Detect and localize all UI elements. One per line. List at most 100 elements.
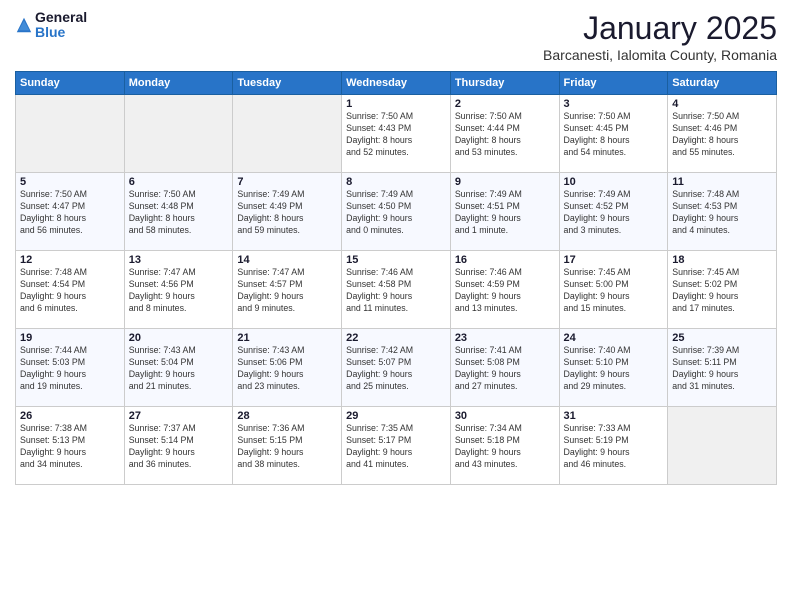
calendar-cell: 5Sunrise: 7:50 AM Sunset: 4:47 PM Daylig… [16, 173, 125, 251]
calendar-cell: 1Sunrise: 7:50 AM Sunset: 4:43 PM Daylig… [342, 95, 451, 173]
day-info: Sunrise: 7:50 AM Sunset: 4:45 PM Dayligh… [564, 111, 664, 159]
logo-general: General [35, 10, 87, 25]
header-day: Tuesday [233, 72, 342, 95]
day-info: Sunrise: 7:50 AM Sunset: 4:46 PM Dayligh… [672, 111, 772, 159]
day-info: Sunrise: 7:48 AM Sunset: 4:53 PM Dayligh… [672, 189, 772, 237]
calendar-cell: 11Sunrise: 7:48 AM Sunset: 4:53 PM Dayli… [668, 173, 777, 251]
calendar-cell: 21Sunrise: 7:43 AM Sunset: 5:06 PM Dayli… [233, 329, 342, 407]
day-number: 11 [672, 176, 772, 188]
calendar-cell: 9Sunrise: 7:49 AM Sunset: 4:51 PM Daylig… [450, 173, 559, 251]
day-info: Sunrise: 7:35 AM Sunset: 5:17 PM Dayligh… [346, 423, 446, 471]
calendar-cell: 4Sunrise: 7:50 AM Sunset: 4:46 PM Daylig… [668, 95, 777, 173]
calendar-cell: 3Sunrise: 7:50 AM Sunset: 4:45 PM Daylig… [559, 95, 668, 173]
day-number: 19 [20, 332, 120, 344]
day-number: 24 [564, 332, 664, 344]
calendar-week-row: 26Sunrise: 7:38 AM Sunset: 5:13 PM Dayli… [16, 407, 777, 485]
logo-text: General Blue [35, 10, 87, 41]
day-info: Sunrise: 7:38 AM Sunset: 5:13 PM Dayligh… [20, 423, 120, 471]
day-number: 8 [346, 176, 446, 188]
day-info: Sunrise: 7:42 AM Sunset: 5:07 PM Dayligh… [346, 345, 446, 393]
day-info: Sunrise: 7:49 AM Sunset: 4:52 PM Dayligh… [564, 189, 664, 237]
day-info: Sunrise: 7:43 AM Sunset: 5:06 PM Dayligh… [237, 345, 337, 393]
calendar-cell: 27Sunrise: 7:37 AM Sunset: 5:14 PM Dayli… [124, 407, 233, 485]
calendar-cell: 26Sunrise: 7:38 AM Sunset: 5:13 PM Dayli… [16, 407, 125, 485]
day-number: 21 [237, 332, 337, 344]
day-number: 20 [129, 332, 229, 344]
day-number: 29 [346, 410, 446, 422]
day-number: 4 [672, 98, 772, 110]
day-info: Sunrise: 7:46 AM Sunset: 4:58 PM Dayligh… [346, 267, 446, 315]
day-number: 17 [564, 254, 664, 266]
day-number: 31 [564, 410, 664, 422]
calendar-cell: 25Sunrise: 7:39 AM Sunset: 5:11 PM Dayli… [668, 329, 777, 407]
calendar-week-row: 19Sunrise: 7:44 AM Sunset: 5:03 PM Dayli… [16, 329, 777, 407]
header: General Blue January 2025 Barcanesti, Ia… [15, 10, 777, 63]
calendar-cell: 22Sunrise: 7:42 AM Sunset: 5:07 PM Dayli… [342, 329, 451, 407]
calendar-cell: 7Sunrise: 7:49 AM Sunset: 4:49 PM Daylig… [233, 173, 342, 251]
calendar-cell: 2Sunrise: 7:50 AM Sunset: 4:44 PM Daylig… [450, 95, 559, 173]
day-number: 18 [672, 254, 772, 266]
title-section: January 2025 Barcanesti, Ialomita County… [543, 10, 777, 63]
calendar-cell [233, 95, 342, 173]
day-number: 27 [129, 410, 229, 422]
calendar-table: SundayMondayTuesdayWednesdayThursdayFrid… [15, 71, 777, 485]
day-info: Sunrise: 7:33 AM Sunset: 5:19 PM Dayligh… [564, 423, 664, 471]
day-number: 9 [455, 176, 555, 188]
calendar-cell: 12Sunrise: 7:48 AM Sunset: 4:54 PM Dayli… [16, 251, 125, 329]
calendar-cell: 14Sunrise: 7:47 AM Sunset: 4:57 PM Dayli… [233, 251, 342, 329]
calendar-title: January 2025 [543, 10, 777, 47]
calendar-cell: 8Sunrise: 7:49 AM Sunset: 4:50 PM Daylig… [342, 173, 451, 251]
day-info: Sunrise: 7:48 AM Sunset: 4:54 PM Dayligh… [20, 267, 120, 315]
day-info: Sunrise: 7:37 AM Sunset: 5:14 PM Dayligh… [129, 423, 229, 471]
day-number: 14 [237, 254, 337, 266]
calendar-cell: 19Sunrise: 7:44 AM Sunset: 5:03 PM Dayli… [16, 329, 125, 407]
day-number: 25 [672, 332, 772, 344]
page-container: General Blue January 2025 Barcanesti, Ia… [0, 0, 792, 495]
day-number: 10 [564, 176, 664, 188]
day-number: 15 [346, 254, 446, 266]
calendar-cell: 30Sunrise: 7:34 AM Sunset: 5:18 PM Dayli… [450, 407, 559, 485]
day-number: 1 [346, 98, 446, 110]
header-day: Friday [559, 72, 668, 95]
calendar-cell: 15Sunrise: 7:46 AM Sunset: 4:58 PM Dayli… [342, 251, 451, 329]
logo-icon [15, 16, 33, 34]
calendar-cell: 13Sunrise: 7:47 AM Sunset: 4:56 PM Dayli… [124, 251, 233, 329]
day-number: 6 [129, 176, 229, 188]
logo-blue: Blue [35, 25, 87, 40]
day-info: Sunrise: 7:47 AM Sunset: 4:57 PM Dayligh… [237, 267, 337, 315]
day-number: 5 [20, 176, 120, 188]
calendar-cell: 18Sunrise: 7:45 AM Sunset: 5:02 PM Dayli… [668, 251, 777, 329]
calendar-cell: 24Sunrise: 7:40 AM Sunset: 5:10 PM Dayli… [559, 329, 668, 407]
calendar-cell: 6Sunrise: 7:50 AM Sunset: 4:48 PM Daylig… [124, 173, 233, 251]
logo: General Blue [15, 10, 87, 41]
day-number: 23 [455, 332, 555, 344]
day-info: Sunrise: 7:49 AM Sunset: 4:51 PM Dayligh… [455, 189, 555, 237]
day-info: Sunrise: 7:43 AM Sunset: 5:04 PM Dayligh… [129, 345, 229, 393]
calendar-header: SundayMondayTuesdayWednesdayThursdayFrid… [16, 72, 777, 95]
day-info: Sunrise: 7:36 AM Sunset: 5:15 PM Dayligh… [237, 423, 337, 471]
calendar-cell [16, 95, 125, 173]
day-number: 22 [346, 332, 446, 344]
header-day: Sunday [16, 72, 125, 95]
day-info: Sunrise: 7:44 AM Sunset: 5:03 PM Dayligh… [20, 345, 120, 393]
day-info: Sunrise: 7:40 AM Sunset: 5:10 PM Dayligh… [564, 345, 664, 393]
header-day: Wednesday [342, 72, 451, 95]
header-day: Thursday [450, 72, 559, 95]
day-info: Sunrise: 7:50 AM Sunset: 4:47 PM Dayligh… [20, 189, 120, 237]
day-info: Sunrise: 7:50 AM Sunset: 4:48 PM Dayligh… [129, 189, 229, 237]
day-number: 13 [129, 254, 229, 266]
header-day: Saturday [668, 72, 777, 95]
calendar-cell: 23Sunrise: 7:41 AM Sunset: 5:08 PM Dayli… [450, 329, 559, 407]
day-info: Sunrise: 7:45 AM Sunset: 5:00 PM Dayligh… [564, 267, 664, 315]
calendar-cell [668, 407, 777, 485]
header-row: SundayMondayTuesdayWednesdayThursdayFrid… [16, 72, 777, 95]
calendar-cell: 17Sunrise: 7:45 AM Sunset: 5:00 PM Dayli… [559, 251, 668, 329]
day-info: Sunrise: 7:50 AM Sunset: 4:43 PM Dayligh… [346, 111, 446, 159]
calendar-cell: 20Sunrise: 7:43 AM Sunset: 5:04 PM Dayli… [124, 329, 233, 407]
day-info: Sunrise: 7:34 AM Sunset: 5:18 PM Dayligh… [455, 423, 555, 471]
day-number: 12 [20, 254, 120, 266]
day-number: 28 [237, 410, 337, 422]
calendar-body: 1Sunrise: 7:50 AM Sunset: 4:43 PM Daylig… [16, 95, 777, 485]
calendar-week-row: 1Sunrise: 7:50 AM Sunset: 4:43 PM Daylig… [16, 95, 777, 173]
day-info: Sunrise: 7:49 AM Sunset: 4:50 PM Dayligh… [346, 189, 446, 237]
